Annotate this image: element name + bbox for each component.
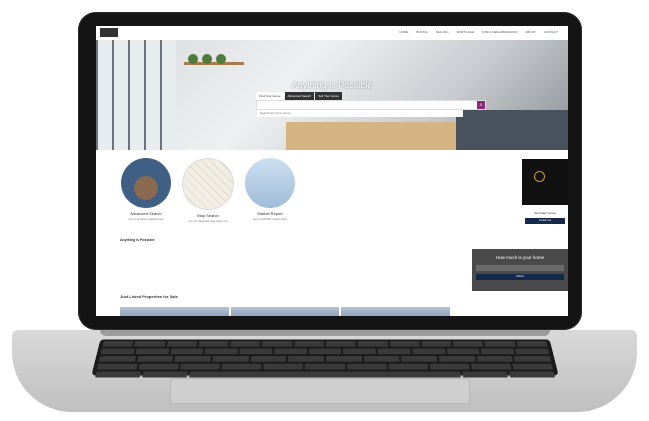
address-input[interactable]	[476, 265, 564, 271]
map-image	[182, 158, 234, 210]
search-bar: ⌕	[256, 100, 486, 117]
feature-title: Advanced Search	[130, 211, 162, 216]
hero-plant-image	[202, 54, 212, 64]
feature-card-advanced-search[interactable]: Advanced Search Find your perfect neighb…	[120, 158, 172, 223]
listing-thumbnail[interactable]	[341, 307, 451, 316]
feature-title: Map Search	[197, 213, 219, 218]
hero-title: Anything is Possible	[291, 80, 373, 90]
feature-circles: Advanced Search Find your perfect neighb…	[120, 158, 296, 223]
hero-plant-image	[188, 54, 198, 64]
home-value-widget: How much is your home Submit	[472, 249, 568, 291]
nav-item-mortgage[interactable]: MORTGAGE	[457, 30, 474, 34]
feature-card-map-search[interactable]: Map Search Use our interactive map searc…	[182, 158, 234, 223]
nav-item-selling[interactable]: SELLING	[436, 30, 449, 34]
site-logo[interactable]	[100, 28, 118, 37]
hero-cabinet-image	[456, 110, 568, 150]
laptop-hinge	[100, 330, 550, 336]
search-tabs: Find Your Home Advanced Search Sell Your…	[256, 92, 342, 100]
listings-strip	[120, 307, 451, 316]
coins-image	[245, 158, 295, 208]
feature-card-market-report[interactable]: Market Report Get an INSTANT market repo…	[244, 158, 296, 223]
site-nav: HOME BUYING SELLING MORTGAGE FIND A NEIG…	[96, 26, 568, 41]
home-value-title: How much is your home	[495, 255, 545, 260]
hero-banner: Anything is Possible Find Your Home Adva…	[96, 40, 568, 150]
search-input[interactable]	[257, 109, 463, 117]
about-heading: Anything is Possible	[120, 238, 155, 242]
listing-thumbnail[interactable]	[120, 307, 229, 316]
feature-subtitle: Use our interactive map search tool	[188, 220, 228, 223]
about-section: Anything is Possible	[120, 238, 450, 244]
nav-item-about[interactable]: ABOUT	[525, 30, 535, 34]
contact-us-button[interactable]: Contact Us	[525, 218, 565, 224]
tab-advanced-search[interactable]: Advanced Search	[284, 92, 315, 100]
nav-item-contact[interactable]: CONTACT	[544, 30, 558, 34]
agent-card: Gonzalez Group Contact Us	[522, 159, 568, 237]
feature-subtitle: Find your perfect neighborhood	[128, 218, 164, 221]
feature-subtitle: Get an INSTANT market report	[252, 218, 288, 221]
tab-find-home[interactable]: Find Your Home	[256, 92, 284, 100]
submit-button[interactable]: Submit	[476, 274, 564, 280]
search-button[interactable]: ⌕	[477, 101, 485, 109]
hero-plant-image	[216, 54, 226, 64]
nav-menu: HOME BUYING SELLING MORTGAGE FIND A NEIG…	[399, 30, 558, 34]
nav-item-buying[interactable]: BUYING	[416, 30, 428, 34]
agent-logo	[522, 159, 568, 205]
agent-name: Gonzalez Group	[534, 211, 556, 215]
feature-title: Market Report	[257, 211, 283, 216]
nav-item-neighborhood[interactable]: FIND A NEIGHBORHOOD	[482, 30, 517, 34]
search-icon: ⌕	[479, 102, 483, 108]
listing-thumbnail[interactable]	[230, 307, 340, 316]
house-image	[121, 158, 171, 208]
hero-island-image	[286, 122, 466, 150]
hero-window-image	[96, 40, 176, 150]
nav-item-home[interactable]: HOME	[399, 30, 408, 34]
laptop-touchpad	[170, 378, 470, 404]
laptop-mockup: HOME BUYING SELLING MORTGAGE FIND A NEIG…	[0, 0, 649, 421]
key-icon	[534, 171, 545, 182]
listings-title: Just Listed Properties for Sale	[120, 294, 178, 299]
tab-sell-home[interactable]: Sell Your Home	[315, 92, 342, 100]
laptop-screen: HOME BUYING SELLING MORTGAGE FIND A NEIG…	[96, 26, 568, 316]
laptop-keyboard	[91, 339, 559, 378]
